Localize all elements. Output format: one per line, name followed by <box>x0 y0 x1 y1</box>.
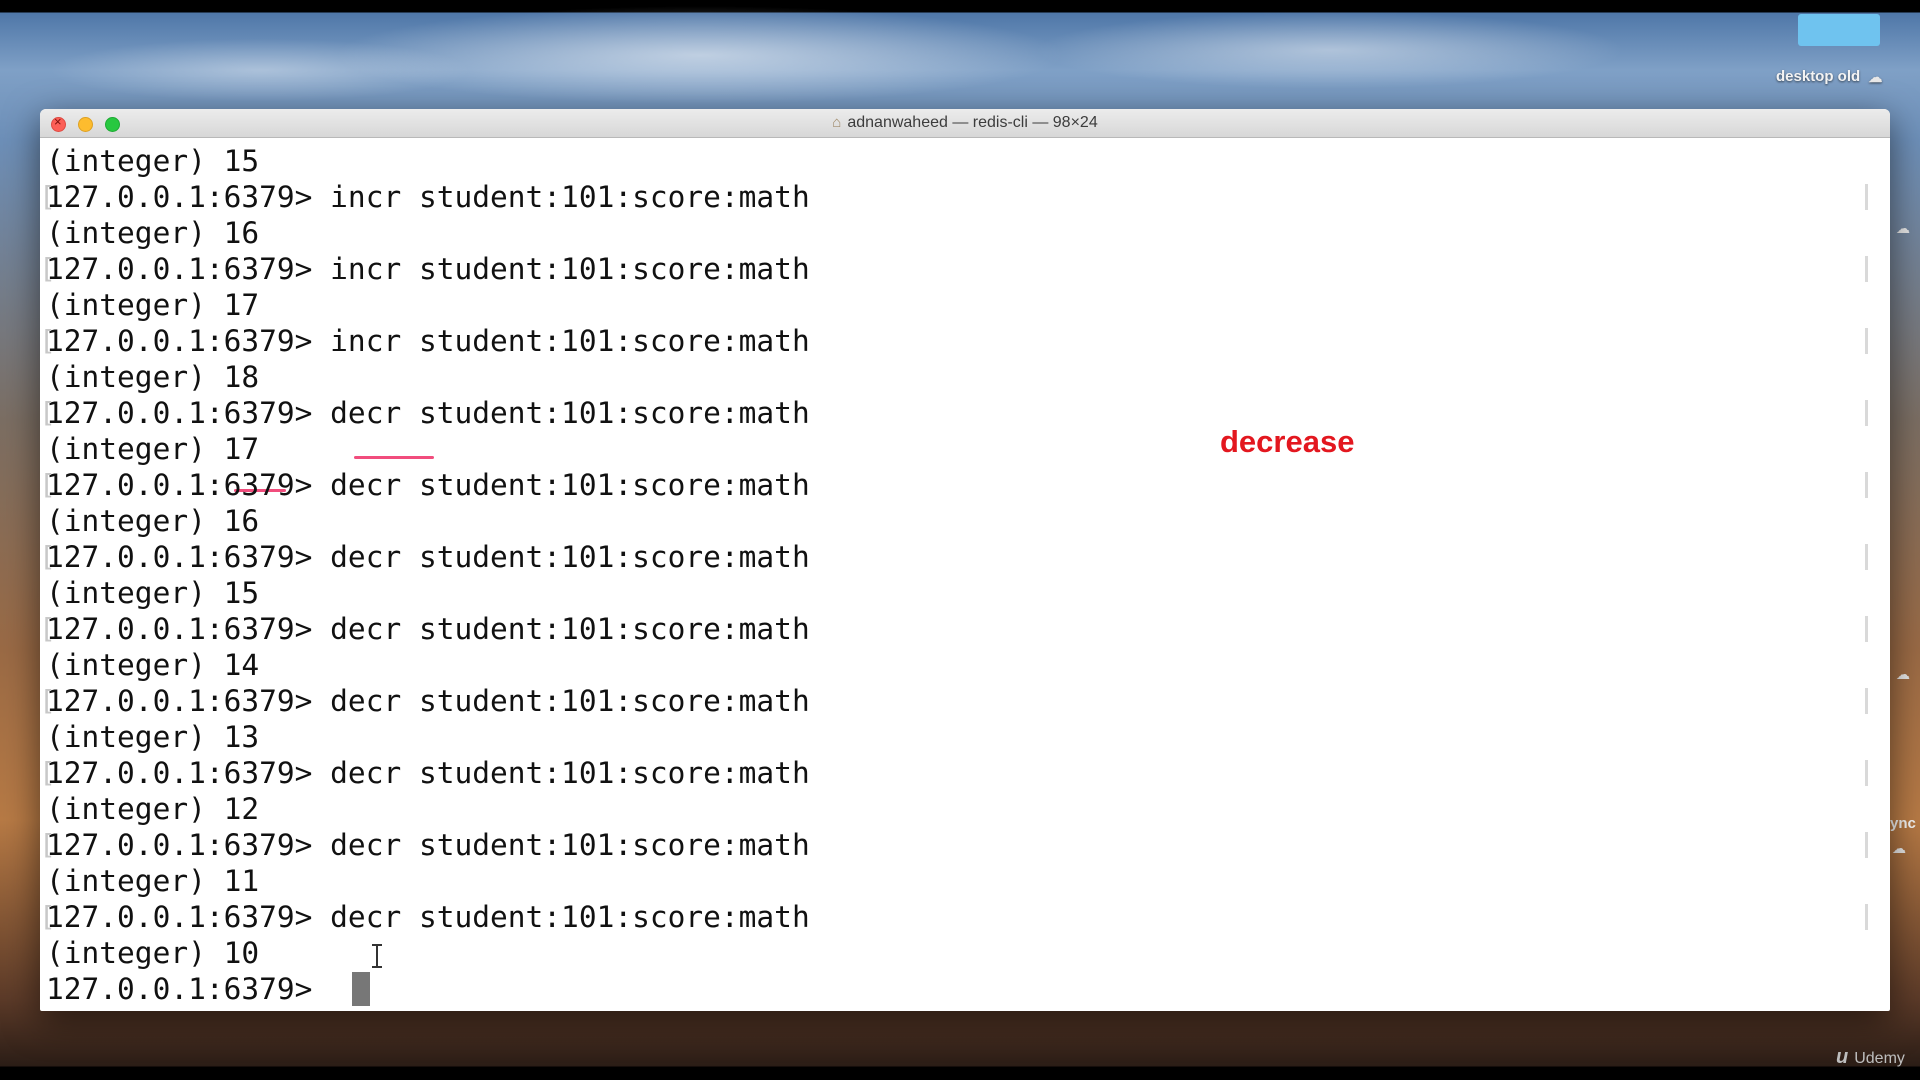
terminal-output-line: (integer) 17 <box>46 432 260 466</box>
cloud-icon: ☁ <box>1896 666 1910 682</box>
terminal-command-line: 127.0.0.1:6379> decr student:101:score:m… <box>40 683 810 719</box>
terminal-output-line: (integer) 11 <box>46 864 260 898</box>
terminal-output-line: (integer) 18 <box>46 360 260 394</box>
scroll-mark <box>1865 616 1868 642</box>
terminal-output-line: (integer) 15 <box>46 144 260 178</box>
terminal-command-line: 127.0.0.1:6379> decr student:101:score:m… <box>40 395 810 431</box>
terminal-output-line: (integer) 15 <box>46 576 260 610</box>
scroll-mark <box>1865 544 1868 570</box>
ibeam-cursor-icon <box>371 944 383 968</box>
desktop-folder-label[interactable]: desktop old ☁ <box>1776 68 1882 85</box>
desktop-widget[interactable] <box>1798 14 1880 46</box>
window-title-text: adnanwaheed — redis-cli — 98×24 <box>847 114 1098 131</box>
terminal-window[interactable]: ⌂ adnanwaheed — redis-cli — 98×24 decreas… <box>40 109 1890 1011</box>
terminal-output-line: (integer) 17 <box>46 288 260 322</box>
scroll-mark <box>1865 832 1868 858</box>
terminal-command-line: 127.0.0.1:6379> decr student:101:score:m… <box>40 755 810 791</box>
home-folder-icon: ⌂ <box>832 114 842 131</box>
scroll-mark <box>1865 688 1868 714</box>
cloud-icon: ☁ <box>1892 840 1906 856</box>
terminal-output[interactable]: decrease (integer) 15127.0.0.1:6379> inc… <box>40 138 1876 1011</box>
terminal-output-line: (integer) 12 <box>46 792 260 826</box>
udemy-watermark: u Udemy <box>1836 1046 1905 1069</box>
terminal-command-line: 127.0.0.1:6379> decr student:101:score:m… <box>40 827 810 863</box>
scroll-mark <box>1865 256 1868 282</box>
terminal-output-line: (integer) 13 <box>46 720 260 754</box>
terminal-cursor <box>352 972 370 1006</box>
window-title: ⌂ adnanwaheed — redis-cli — 98×24 <box>40 114 1890 132</box>
window-titlebar[interactable]: ⌂ adnanwaheed — redis-cli — 98×24 <box>40 109 1890 138</box>
terminal-output-line: (integer) 10 <box>46 936 260 970</box>
terminal-command-line: 127.0.0.1:6379> decr student:101:score:m… <box>40 539 810 575</box>
udemy-logo-icon: u <box>1836 1046 1849 1068</box>
terminal-command-line: 127.0.0.1:6379> decr student:101:score:m… <box>40 467 810 503</box>
decrease-annotation: decrease <box>1220 424 1355 459</box>
decr-command-highlight <box>354 456 434 459</box>
terminal-output-line: (integer) 16 <box>46 504 260 538</box>
scroll-mark <box>1865 400 1868 426</box>
terminal-command-line: 127.0.0.1:6379> incr student:101:score:m… <box>40 323 810 359</box>
terminal-output-line: (integer) 14 <box>46 648 260 682</box>
scroll-mark <box>1865 472 1868 498</box>
desktop-item-label-partial: ync <box>1890 815 1916 832</box>
terminal-command-line: 127.0.0.1:6379> incr student:101:score:m… <box>40 251 810 287</box>
terminal-command-line: 127.0.0.1:6379> decr student:101:score:m… <box>40 899 810 935</box>
terminal-command-line: 127.0.0.1:6379> decr student:101:score:m… <box>40 611 810 647</box>
scroll-mark <box>1865 184 1868 210</box>
terminal-output-line: (integer) 16 <box>46 216 260 250</box>
terminal-command-line: 127.0.0.1:6379> incr student:101:score:m… <box>40 179 810 215</box>
cloud-icon: ☁ <box>1896 220 1910 236</box>
cloud-icon: ☁ <box>1868 69 1883 85</box>
scroll-mark <box>1865 328 1868 354</box>
terminal-command-line: 127.0.0.1:6379> <box>46 972 331 1006</box>
scroll-mark <box>1865 760 1868 786</box>
scroll-mark <box>1865 904 1868 930</box>
udemy-watermark-text: Udemy <box>1854 1050 1905 1067</box>
desktop-folder-name: desktop old <box>1776 68 1861 85</box>
